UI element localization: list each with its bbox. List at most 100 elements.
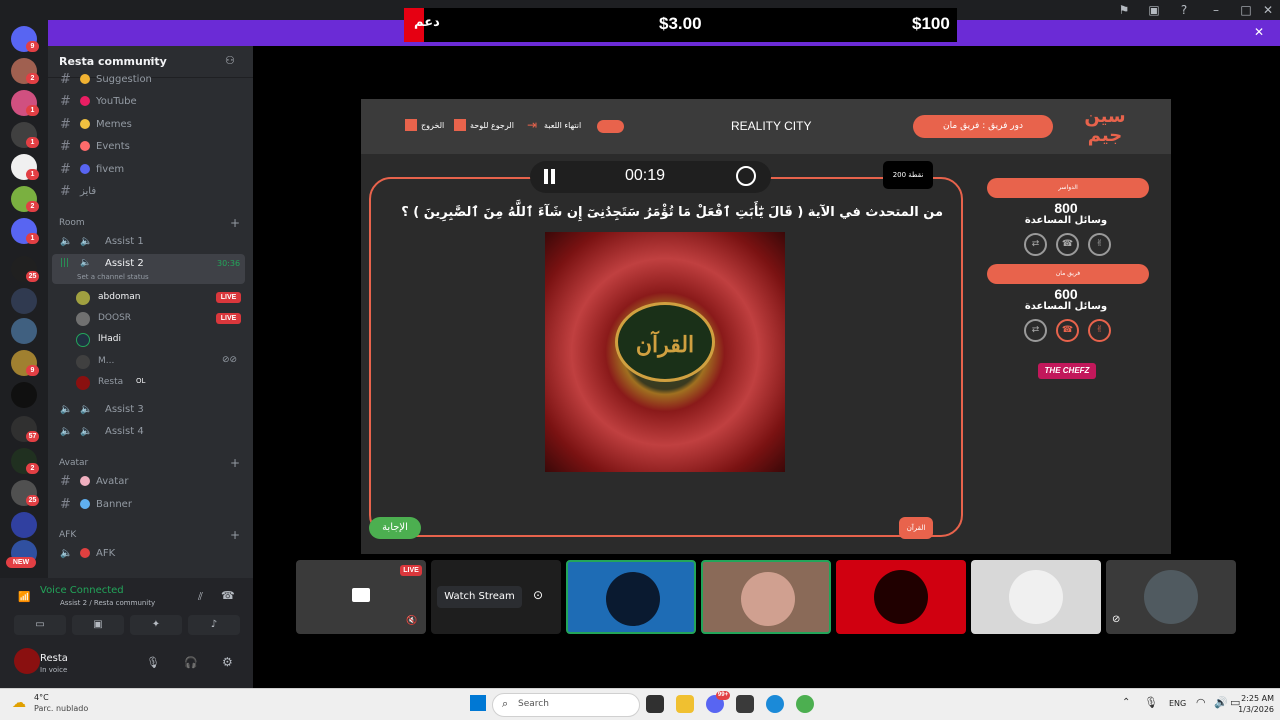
hand-lifeline-icon[interactable]: ✌ (1088, 233, 1111, 256)
screen-share-button[interactable]: ▣ (72, 615, 124, 635)
reset-timer-icon[interactable] (736, 166, 756, 186)
close-banner-icon[interactable]: ✕ (1254, 25, 1264, 39)
screen-icon[interactable]: ▣ (1146, 2, 1162, 18)
disconnect-icon[interactable]: ☎ (221, 589, 235, 602)
exit-icon[interactable] (405, 119, 417, 131)
server-icon[interactable] (11, 512, 37, 538)
add-member-icon[interactable]: ⚇ (225, 54, 235, 67)
camera-off-button[interactable]: ▭ (14, 615, 66, 635)
maximize-icon[interactable]: □ (1238, 2, 1254, 18)
timer-bar: 00:19 (530, 161, 771, 193)
answer-button[interactable]: الإجابة (369, 517, 421, 539)
add-channel-icon[interactable]: + (230, 216, 240, 230)
exit-label[interactable]: الخروج (421, 121, 444, 130)
participant-tile[interactable] (836, 560, 966, 634)
voice-user[interactable]: abdoman LIVE (76, 288, 253, 308)
headphones-icon[interactable]: 🎧 (184, 656, 198, 669)
channel-memes[interactable]: # Memes (48, 115, 245, 135)
category-afk[interactable]: AFK (59, 530, 76, 540)
voice-channel-assist-1[interactable]: 🔈 🔈 Assist 1 (48, 232, 245, 252)
donation-goal: $100 (912, 14, 950, 33)
voice-location[interactable]: Assist 2 / Resta community (60, 599, 155, 607)
help-icon[interactable]: ? (1176, 2, 1192, 18)
add-channel-icon[interactable]: + (230, 528, 240, 542)
inbox-icon[interactable]: ⚑ (1116, 2, 1132, 18)
voice-user[interactable]: lHadi (76, 330, 253, 350)
channel-banner[interactable]: # Banner (48, 495, 245, 515)
board-icon[interactable] (454, 119, 466, 131)
voice-channel-afk[interactable]: 🔈 AFK (48, 544, 245, 564)
chrome-icon[interactable] (796, 695, 814, 713)
phone-lifeline-icon[interactable]: ☎ (1056, 319, 1079, 342)
swap-lifeline-icon[interactable]: ⇄ (1024, 319, 1047, 342)
language-indicator[interactable]: ENG (1169, 699, 1186, 708)
swap-lifeline-icon[interactable]: ⇄ (1024, 233, 1047, 256)
stream-tile[interactable]: LIVE 🔇 (296, 560, 426, 634)
server-icon[interactable] (11, 382, 37, 408)
pause-icon[interactable] (551, 169, 555, 184)
muted-icon[interactable]: 🔇 (406, 616, 417, 626)
user-status: In voice (40, 666, 68, 674)
clock-date[interactable]: 1/3/2026 (1230, 705, 1274, 714)
avatar[interactable] (14, 648, 40, 674)
microphone-icon[interactable]: 🎙 (146, 656, 160, 669)
participant-tile[interactable]: ⊘ (1106, 560, 1236, 634)
add-channel-icon[interactable]: + (230, 456, 240, 470)
wifi-icon[interactable]: ◠ (1196, 696, 1206, 709)
game-screen[interactable]: الخروج الرجوع للوحة ⇥ انتهاء اللعبة REAL… (361, 99, 1171, 554)
voice-channel-assist-4[interactable]: 🔈 🔈 Assist 4 (48, 422, 245, 442)
activities-button[interactable]: ✦ (130, 615, 182, 635)
search-box[interactable] (492, 693, 640, 717)
tray-chevron-icon[interactable]: ⌃ (1122, 697, 1130, 708)
game-logo: سين جيم (1084, 106, 1126, 146)
channel-suggestion[interactable]: # Suggestion (48, 70, 245, 90)
channel-status[interactable]: Set a channel status (77, 273, 149, 281)
close-window-icon[interactable]: ✕ (1260, 2, 1276, 18)
arrow-end-icon[interactable]: ⇥ (527, 119, 539, 131)
voice-user[interactable]: DOOSR LIVE (76, 309, 253, 329)
end-game-label[interactable]: انتهاء اللعبة (544, 121, 581, 130)
live-badge: LIVE (400, 565, 422, 576)
clock-time[interactable]: 2:25 AM (1234, 694, 1274, 703)
voice-channel-assist-3[interactable]: 🔈 🔈 Assist 3 (48, 400, 245, 420)
volume-icon[interactable]: 🔊 (1214, 696, 1228, 709)
edge-icon[interactable] (766, 695, 784, 713)
category-room[interactable]: Room (59, 218, 85, 228)
end-game-toggle[interactable] (597, 120, 624, 133)
watch-stream-tile[interactable]: Watch Stream ⊙ (431, 560, 561, 634)
voice-channel-assist-2[interactable]: ||| 🔈 Assist 2 30:36 Set a channel statu… (52, 254, 245, 284)
channel-fivem[interactable]: # fivem (48, 160, 245, 180)
pause-icon[interactable] (544, 169, 548, 184)
channel-emoji-icon (80, 141, 90, 151)
back-label[interactable]: الرجوع للوحة (470, 121, 514, 130)
voice-user[interactable]: Resta OL (76, 373, 253, 393)
watch-stream-button[interactable]: Watch Stream (437, 586, 522, 608)
mic-tray-icon[interactable]: 🎙 (1144, 696, 1158, 709)
server-icon[interactable] (11, 318, 37, 344)
settings-gear-icon[interactable]: ⚙ (222, 655, 233, 669)
preview-eye-icon[interactable]: ⊙ (533, 588, 551, 606)
server-icon[interactable] (11, 288, 37, 314)
channel-faiz[interactable]: # فايز (48, 182, 245, 202)
noise-suppression-icon[interactable]: ⫽ (198, 590, 203, 604)
windows-start-icon[interactable] (470, 695, 486, 711)
user-name: Resta (40, 653, 68, 664)
soundboard-button[interactable]: ♪ (188, 615, 240, 635)
file-explorer-icon[interactable] (646, 695, 664, 713)
participant-tile[interactable] (701, 560, 831, 634)
participant-tile[interactable] (971, 560, 1101, 634)
hand-lifeline-icon[interactable]: ✌ (1088, 319, 1111, 342)
voice-user[interactable]: M... ⊘⊘ (76, 352, 253, 372)
minimize-icon[interactable]: – (1208, 2, 1224, 18)
weather-icon[interactable]: ☁ (12, 695, 26, 711)
channel-youtube[interactable]: # YouTube (48, 92, 245, 112)
participant-tile[interactable] (566, 560, 696, 634)
category-avatar[interactable]: Avatar (59, 458, 88, 468)
folder-icon[interactable] (676, 695, 694, 713)
phone-lifeline-icon[interactable]: ☎ (1056, 233, 1079, 256)
app-icon[interactable] (736, 695, 754, 713)
channel-events[interactable]: # Events (48, 137, 245, 157)
channel-avatar[interactable]: # Avatar (48, 472, 245, 492)
chevron-down-icon: ⌄ (148, 54, 156, 64)
hash-icon: # (60, 94, 71, 109)
